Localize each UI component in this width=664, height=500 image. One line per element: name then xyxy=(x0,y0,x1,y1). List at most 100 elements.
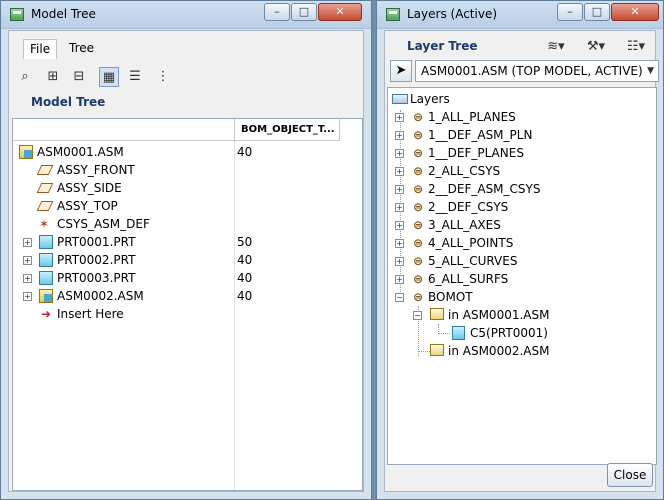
layer-icon: ⊜ xyxy=(412,164,424,178)
expand-toggle[interactable]: + xyxy=(395,221,404,230)
layer-icon: ⊜ xyxy=(412,110,424,124)
tree-row-csys-asm-def[interactable]: ✶ CSYS_ASM_DEF xyxy=(13,215,362,233)
layer-row[interactable]: + ⊜ 1_ALL_PLANES xyxy=(388,108,648,126)
part-icon xyxy=(39,271,53,285)
expand-toggle[interactable]: + xyxy=(395,239,404,248)
tree-row-label: ASSY_TOP xyxy=(57,199,118,213)
tree-row-assy-top[interactable]: ASSY_TOP xyxy=(13,197,362,215)
tree-column-header[interactable] xyxy=(13,119,235,141)
layers-window: Layers (Active) – □ ✕ Layer Tree ≋▾ ⚒▾ ☷… xyxy=(376,0,664,500)
expand-toggle[interactable]: + xyxy=(23,256,32,265)
expand-toggle[interactable]: + xyxy=(395,131,404,140)
layer-tree-list[interactable]: Layers + ⊜ 1_ALL_PLANES + ⊜ 1__DEF_ASM_P… xyxy=(387,87,657,465)
tree-row-label: ASM0002.ASM xyxy=(57,289,144,303)
tree-row-label: PRT0002.PRT xyxy=(57,253,136,267)
expand-toggle[interactable]: + xyxy=(395,185,404,194)
tree-row-prt0002[interactable]: + PRT0002.PRT 40 xyxy=(13,251,362,269)
layer-row[interactable]: + ⊜ 5_ALL_CURVES xyxy=(388,252,648,270)
tools-icon[interactable]: ⚒▾ xyxy=(581,37,611,57)
close-window-button[interactable]: ✕ xyxy=(318,3,362,21)
layer-label: C5(PRT0001) xyxy=(470,326,548,340)
part-icon xyxy=(39,235,53,249)
tree-row-asm0001[interactable]: ASM0001.ASM 40 xyxy=(13,143,362,161)
layer-icon: ⊜ xyxy=(412,128,424,142)
model-tree-list[interactable]: BOM_OBJECT_T... ASM0001.ASM 40 ASSY_FRON… xyxy=(12,118,363,491)
layer-label: 4_ALL_POINTS xyxy=(428,236,514,250)
assembly-icon xyxy=(39,289,53,303)
minimize-button[interactable]: – xyxy=(557,3,583,21)
columns-icon[interactable]: ⋮ xyxy=(153,67,173,87)
expand-toggle[interactable]: + xyxy=(23,238,32,247)
bom-object-column-header[interactable]: BOM_OBJECT_T... xyxy=(235,119,340,141)
tree-row-prt0003[interactable]: + PRT0003.PRT 40 xyxy=(13,269,362,287)
expand-toggle[interactable]: + xyxy=(395,203,404,212)
layer-row[interactable]: + ⊜ 1__DEF_ASM_PLN xyxy=(388,126,648,144)
tree-row-label: ASSY_SIDE xyxy=(57,181,122,195)
layer-root[interactable]: Layers xyxy=(388,90,588,108)
tree-row-insert-here[interactable]: ➜ Insert Here xyxy=(13,305,362,323)
layer-row[interactable]: + ⊜ 2__DEF_ASM_CSYS xyxy=(388,180,648,198)
collapse-toggle[interactable]: − xyxy=(413,311,422,320)
maximize-button[interactable]: □ xyxy=(291,3,317,21)
close-button[interactable]: Close xyxy=(607,463,653,487)
layer-label: BOMOT xyxy=(428,290,473,304)
chevron-down-icon: ▼ xyxy=(647,66,654,76)
layer-label: 5_ALL_CURVES xyxy=(428,254,518,268)
menu-file[interactable]: File xyxy=(23,39,58,59)
expand-toggle[interactable]: + xyxy=(23,274,32,283)
layers-stack-icon[interactable]: ≋▾ xyxy=(541,37,571,57)
layer-row[interactable]: + ⊜ 1__DEF_PLANES xyxy=(388,144,648,162)
tree-row-assy-side[interactable]: ASSY_SIDE xyxy=(13,179,362,197)
tree-row-label: ASM0001.ASM xyxy=(37,145,124,159)
collapse-tree-icon[interactable]: ⊟ xyxy=(69,67,89,87)
minimize-button[interactable]: – xyxy=(264,3,290,21)
csys-icon: ✶ xyxy=(38,217,50,231)
layer-icon: ⊜ xyxy=(412,200,424,214)
show-tree-icon[interactable]: ▦ xyxy=(99,67,119,87)
tree-row-prt0001[interactable]: + PRT0001.PRT 50 xyxy=(13,233,362,251)
layer-label: 2__DEF_ASM_CSYS xyxy=(428,182,541,196)
binoculars-icon[interactable]: ⌕ xyxy=(15,67,35,87)
expand-tree-icon[interactable]: ⊞ xyxy=(43,67,63,87)
insert-arrow-icon: ➜ xyxy=(40,307,52,321)
model-tree-titlebar[interactable]: Model Tree – □ ✕ xyxy=(1,1,371,29)
layers-stack-icon xyxy=(392,94,408,104)
layers-panel: Layer Tree ≋▾ ⚒▾ ☷▾ ➤ ASM0001.ASM (TOP M… xyxy=(384,30,659,492)
layer-row[interactable]: + ⊜ 4_ALL_POINTS xyxy=(388,234,648,252)
expand-toggle[interactable]: + xyxy=(395,275,404,284)
layer-row[interactable]: + ⊜ 2_ALL_CSYS xyxy=(388,162,648,180)
menu-tree[interactable]: Tree xyxy=(63,39,100,59)
select-pointer-button[interactable]: ➤ xyxy=(390,60,412,82)
layers-titlebar[interactable]: Layers (Active) – □ ✕ xyxy=(377,1,663,29)
expand-toggle[interactable]: + xyxy=(395,149,404,158)
layer-folder-icon xyxy=(430,344,444,356)
close-window-button[interactable]: ✕ xyxy=(611,3,659,21)
bomot-child-asm0001[interactable]: − in ASM0001.ASM xyxy=(388,306,648,324)
datum-plane-icon xyxy=(36,183,54,193)
layer-label: 2_ALL_CSYS xyxy=(428,164,501,178)
layer-row-bomot[interactable]: − ⊜ BOMOT xyxy=(388,288,648,306)
filter-icon[interactable]: ☰ xyxy=(125,67,145,87)
expand-toggle[interactable]: + xyxy=(395,257,404,266)
expand-toggle[interactable]: + xyxy=(23,292,32,301)
bomot-item-c5[interactable]: C5(PRT0001) xyxy=(388,324,648,342)
layer-row[interactable]: + ⊜ 6_ALL_SURFS xyxy=(388,270,648,288)
tree-row-asm0002[interactable]: + ASM0002.ASM 40 xyxy=(13,287,362,305)
maximize-button[interactable]: □ xyxy=(584,3,610,21)
layer-row[interactable]: + ⊜ 3_ALL_AXES xyxy=(388,216,648,234)
collapse-toggle[interactable]: − xyxy=(395,293,404,302)
bomot-child-asm0002[interactable]: in ASM0002.ASM xyxy=(388,342,648,360)
layer-label: 1_ALL_PLANES xyxy=(428,110,516,124)
layer-tree-section-label: Layer Tree xyxy=(407,39,478,53)
layer-label: 1__DEF_ASM_PLN xyxy=(428,128,533,142)
tree-row-assy-front[interactable]: ASSY_FRONT xyxy=(13,161,362,179)
settings-list-icon[interactable]: ☷▾ xyxy=(621,37,651,57)
layer-label: 3_ALL_AXES xyxy=(428,218,501,232)
layer-icon: ⊜ xyxy=(412,236,424,250)
expand-toggle[interactable]: + xyxy=(395,113,404,122)
expand-toggle[interactable]: + xyxy=(395,167,404,176)
layer-row[interactable]: + ⊜ 2__DEF_CSYS xyxy=(388,198,648,216)
datum-plane-icon xyxy=(36,165,54,175)
model-select-dropdown[interactable]: ASM0001.ASM (TOP MODEL, ACTIVE) ▼ xyxy=(415,60,659,82)
layers-window-title: Layers (Active) xyxy=(407,7,498,21)
